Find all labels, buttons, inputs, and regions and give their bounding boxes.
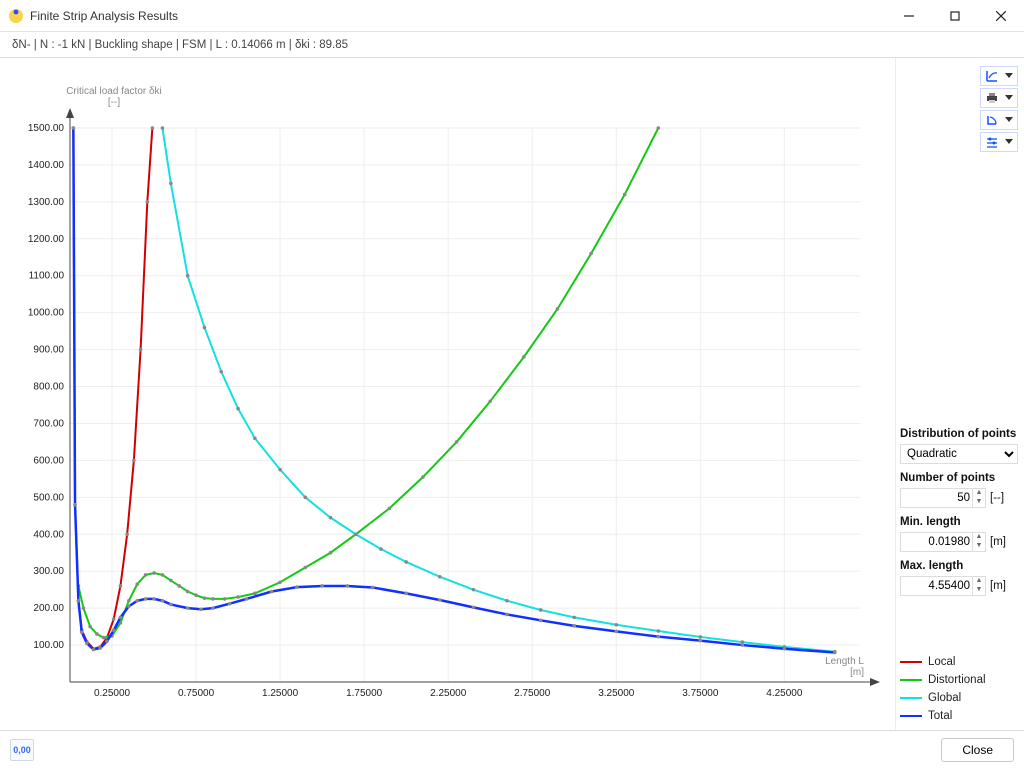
- svg-text:2.25000: 2.25000: [430, 688, 467, 699]
- dist-label: Distribution of points: [900, 428, 1018, 440]
- chart-panel: 100.00 200.00 300.00 400.00 500.00 600.00 700.…: [0, 58, 896, 730]
- svg-text:1.25000: 1.25000: [262, 688, 299, 699]
- units-label: 0,00: [13, 745, 31, 755]
- svg-text:400.00: 400.00: [33, 529, 64, 540]
- svg-text:700.00: 700.00: [33, 418, 64, 429]
- svg-text:600.00: 600.00: [33, 455, 64, 466]
- svg-text:[m]: [m]: [850, 667, 864, 678]
- legend-label: Local: [928, 656, 956, 668]
- npts-unit: [--]: [990, 492, 1004, 504]
- chevron-down-icon: [1005, 73, 1013, 79]
- svg-text:1500.00: 1500.00: [28, 123, 65, 134]
- legend-item: Total: [900, 710, 1018, 722]
- minlen-label: Min. length: [900, 516, 1018, 528]
- window-title: Finite Strip Analysis Results: [30, 9, 178, 23]
- chart-toolbar: [900, 66, 1018, 152]
- npts-stepper[interactable]: ▲▼: [900, 488, 986, 508]
- app-icon: [8, 8, 24, 24]
- dist-select[interactable]: QuadraticLinearCubic: [900, 444, 1018, 464]
- step-down-icon[interactable]: ▼: [973, 542, 985, 551]
- titlebar: Finite Strip Analysis Results: [0, 0, 1024, 32]
- svg-text:200.00: 200.00: [33, 603, 64, 614]
- svg-text:4.25000: 4.25000: [766, 688, 803, 699]
- side-panel: Distribution of points QuadraticLinearCu…: [896, 58, 1024, 730]
- maxlen-unit: [m]: [990, 580, 1006, 592]
- legend-swatch: [900, 697, 922, 699]
- svg-text:3.25000: 3.25000: [598, 688, 635, 699]
- svg-text:Critical load factor δki: Critical load factor δki: [66, 86, 162, 97]
- footer: 0,00 Close: [0, 730, 1024, 768]
- legend-label: Total: [928, 710, 952, 722]
- svg-text:[--]: [--]: [108, 97, 120, 108]
- rotate-dropdown-button[interactable]: [980, 110, 1018, 130]
- settings-dropdown-button[interactable]: [980, 132, 1018, 152]
- close-window-button[interactable]: [978, 0, 1024, 32]
- svg-text:800.00: 800.00: [33, 382, 64, 393]
- minimize-button[interactable]: [886, 0, 932, 32]
- legend-swatch: [900, 715, 922, 717]
- legend: Local Distortional Global Total: [900, 656, 1018, 722]
- units-button[interactable]: 0,00: [10, 739, 34, 761]
- close-button[interactable]: Close: [941, 738, 1014, 762]
- svg-text:1100.00: 1100.00: [29, 271, 65, 282]
- status-bar: δN- | N : -1 kN | Buckling shape | FSM |…: [0, 32, 1024, 58]
- sliders-icon: [985, 135, 999, 149]
- minlen-unit: [m]: [990, 536, 1006, 548]
- npts-label: Number of points: [900, 472, 1018, 484]
- status-text: δN- | N : -1 kN | Buckling shape | FSM |…: [12, 39, 348, 51]
- svg-text:1000.00: 1000.00: [28, 308, 65, 319]
- rotate-icon: [985, 113, 999, 127]
- printer-icon: [985, 91, 999, 105]
- svg-text:300.00: 300.00: [33, 566, 64, 577]
- svg-text:0.75000: 0.75000: [178, 688, 215, 699]
- npts-input[interactable]: [901, 492, 972, 504]
- maximize-button[interactable]: [932, 0, 978, 32]
- legend-label: Distortional: [928, 674, 986, 686]
- axis-dropdown-button[interactable]: [980, 66, 1018, 86]
- svg-text:900.00: 900.00: [33, 345, 64, 356]
- svg-text:100.00: 100.00: [33, 640, 64, 651]
- svg-text:0.25000: 0.25000: [94, 688, 131, 699]
- legend-item: Distortional: [900, 674, 1018, 686]
- svg-text:1400.00: 1400.00: [28, 160, 65, 171]
- svg-text:Length L: Length L: [825, 656, 864, 667]
- svg-text:3.75000: 3.75000: [682, 688, 719, 699]
- svg-text:1.75000: 1.75000: [346, 688, 383, 699]
- step-up-icon[interactable]: ▲: [973, 533, 985, 542]
- chevron-down-icon: [1005, 139, 1013, 145]
- legend-label: Global: [928, 692, 961, 704]
- minlen-input[interactable]: [901, 536, 972, 548]
- maxlen-label: Max. length: [900, 560, 1018, 572]
- minlen-stepper[interactable]: ▲▼: [900, 532, 986, 552]
- axis-icon: [985, 69, 999, 83]
- step-up-icon[interactable]: ▲: [973, 577, 985, 586]
- svg-text:1300.00: 1300.00: [28, 197, 65, 208]
- chart: 100.00 200.00 300.00 400.00 500.00 600.00 700.…: [0, 58, 896, 730]
- legend-item: Global: [900, 692, 1018, 704]
- step-down-icon[interactable]: ▼: [973, 586, 985, 595]
- print-dropdown-button[interactable]: [980, 88, 1018, 108]
- chevron-down-icon: [1005, 95, 1013, 101]
- chevron-down-icon: [1005, 117, 1013, 123]
- svg-text:500.00: 500.00: [33, 492, 64, 503]
- step-down-icon[interactable]: ▼: [973, 498, 985, 507]
- maxlen-stepper[interactable]: ▲▼: [900, 576, 986, 596]
- step-up-icon[interactable]: ▲: [973, 489, 985, 498]
- svg-text:2.75000: 2.75000: [514, 688, 551, 699]
- legend-swatch: [900, 679, 922, 681]
- legend-item: Local: [900, 656, 1018, 668]
- svg-text:1200.00: 1200.00: [28, 234, 65, 245]
- legend-swatch: [900, 661, 922, 663]
- maxlen-input[interactable]: [901, 580, 972, 592]
- controls-section: Distribution of points QuadraticLinearCu…: [900, 424, 1018, 596]
